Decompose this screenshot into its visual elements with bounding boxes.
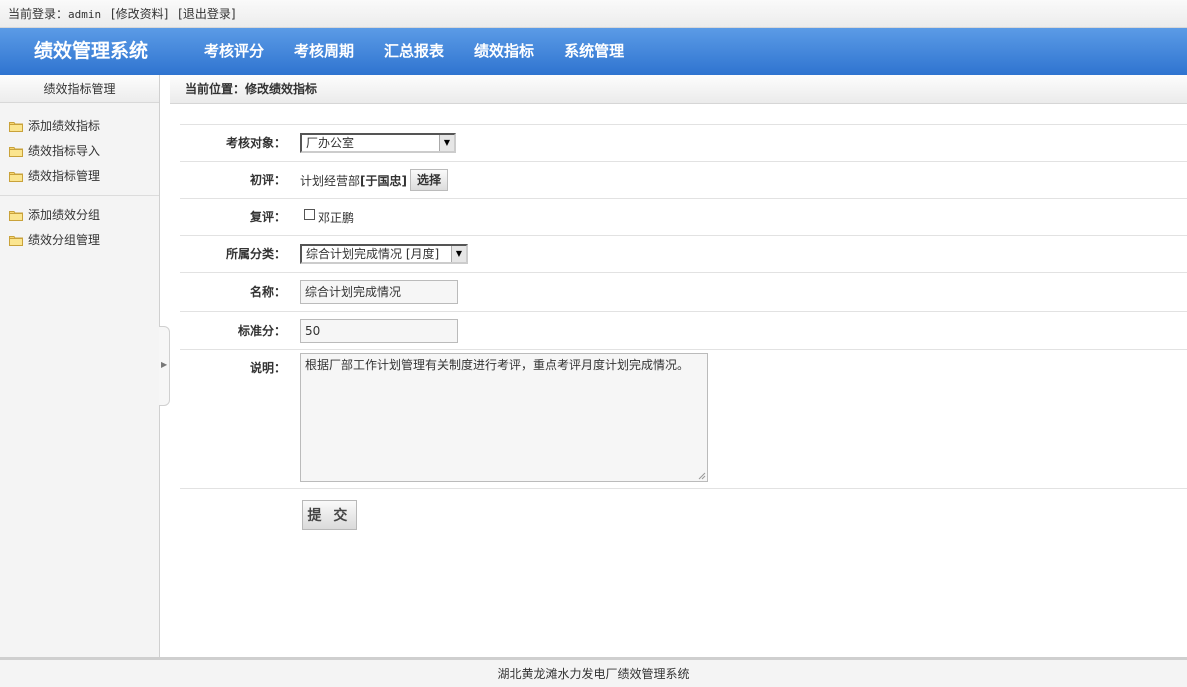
main-nav: 考核评分 考核周期 汇总报表 绩效指标 系统管理 — [189, 28, 639, 75]
nav-item-indicators[interactable]: 绩效指标 — [459, 28, 549, 75]
second-review-person: 邓正鹏 — [318, 210, 355, 225]
username: admin — [68, 8, 102, 21]
sidebar-title: 绩效指标管理 — [0, 75, 159, 103]
sidebar-item-label: 添加绩效分组 — [28, 208, 101, 222]
form-row-name: 名称： 综合计划完成情况 — [180, 273, 1187, 312]
sidebar-item-manage-group[interactable]: 绩效分组管理 — [0, 228, 159, 253]
submit-button[interactable]: 提 交 — [302, 500, 357, 530]
form-row-first-review: 初评： 计划经营部 [于国忠] 选择 — [180, 162, 1187, 199]
category-select[interactable]: 综合计划完成情况 [月度] ▼ — [300, 244, 468, 264]
sidebar-collapse-handle[interactable]: ▶ — [159, 326, 170, 406]
sidebar-item-label: 绩效分组管理 — [28, 233, 101, 247]
first-review-label: 初评： — [249, 173, 286, 187]
chevron-right-icon: ▶ — [161, 360, 168, 369]
header: 绩效管理系统 考核评分 考核周期 汇总报表 绩效指标 系统管理 — [0, 28, 1187, 75]
nav-item-period[interactable]: 考核周期 — [279, 28, 369, 75]
second-review-label: 复评： — [249, 210, 286, 224]
first-review-person: [于国忠] — [360, 173, 407, 188]
folder-icon — [9, 146, 23, 157]
description-textarea[interactable]: 根据厂部工作计划管理有关制度进行考评，重点考评月度计划完成情况。 — [300, 353, 708, 482]
chevron-down-icon: ▼ — [439, 135, 454, 151]
form-row-score: 标准分： 50 — [180, 312, 1187, 350]
score-label: 标准分： — [237, 324, 286, 338]
target-label: 考核对象： — [225, 136, 286, 150]
form-row-second-review: 复评： 邓正鹏 — [180, 199, 1187, 236]
edit-profile-link[interactable]: [修改资料] — [111, 7, 168, 21]
nav-item-system[interactable]: 系统管理 — [549, 28, 639, 75]
resize-grip-icon[interactable] — [698, 472, 706, 480]
target-select[interactable]: 厂办公室 ▼ — [300, 133, 456, 153]
chevron-down-icon: ▼ — [451, 246, 466, 262]
second-review-checkbox[interactable] — [304, 208, 315, 220]
first-review-dept: 计划经营部 — [300, 173, 361, 188]
sidebar-item-label: 添加绩效指标 — [28, 119, 101, 133]
top-bar: 当前登录：admin [修改资料] [退出登录] — [0, 0, 1187, 28]
folder-icon — [9, 121, 23, 132]
form-row-description: 说明： 根据厂部工作计划管理有关制度进行考评，重点考评月度计划完成情况。 — [180, 350, 1187, 489]
folder-icon — [9, 171, 23, 182]
sidebar-item-import-indicator[interactable]: 绩效指标导入 — [0, 139, 159, 164]
folder-icon — [9, 210, 23, 221]
sidebar-item-manage-indicator[interactable]: 绩效指标管理 — [0, 164, 159, 189]
form-row-category: 所属分类： 综合计划完成情况 [月度] ▼ — [180, 236, 1187, 273]
name-label: 名称： — [249, 285, 286, 299]
category-selected-value: 综合计划完成情况 [月度] — [306, 247, 440, 261]
app-title: 绩效管理系统 — [34, 40, 149, 62]
indicator-form: 考核对象： 厂办公室 ▼ 初评： 计划经营部 [于国忠] 选择 复评： 邓正鹏 … — [180, 124, 1187, 489]
sidebar-item-add-indicator[interactable]: 添加绩效指标 — [0, 114, 159, 139]
sidebar-item-label: 绩效指标管理 — [28, 169, 101, 183]
breadcrumb: 当前位置：修改绩效指标 — [170, 75, 1187, 104]
footer: 湖北黄龙滩水力发电厂绩效管理系统 — [0, 657, 1187, 687]
login-prefix: 当前登录： — [8, 7, 69, 21]
menu-group-indicators: 添加绩效指标 绩效指标导入 绩效指标管理 — [0, 103, 159, 196]
nav-item-reports[interactable]: 汇总报表 — [369, 28, 459, 75]
description-text: 根据厂部工作计划管理有关制度进行考评，重点考评月度计划完成情况。 — [305, 358, 690, 372]
nav-item-scoring[interactable]: 考核评分 — [189, 28, 279, 75]
score-input[interactable]: 50 — [300, 318, 458, 343]
logout-link[interactable]: [退出登录] — [178, 7, 235, 21]
folder-icon — [9, 235, 23, 246]
category-label: 所属分类： — [225, 247, 286, 261]
target-selected-value: 厂办公室 — [306, 136, 355, 150]
form-row-target: 考核对象： 厂办公室 ▼ — [180, 125, 1187, 162]
sidebar: 绩效指标管理 添加绩效指标 绩效指标导入 绩效指标管理 添加绩效分组 绩效分组管… — [0, 75, 160, 657]
description-label: 说明： — [249, 361, 286, 375]
menu-group-groups: 添加绩效分组 绩效分组管理 — [0, 196, 159, 259]
sidebar-item-label: 绩效指标导入 — [28, 144, 101, 158]
select-reviewer-button[interactable]: 选择 — [410, 169, 449, 191]
sidebar-item-add-group[interactable]: 添加绩效分组 — [0, 203, 159, 228]
name-input[interactable]: 综合计划完成情况 — [300, 280, 458, 304]
